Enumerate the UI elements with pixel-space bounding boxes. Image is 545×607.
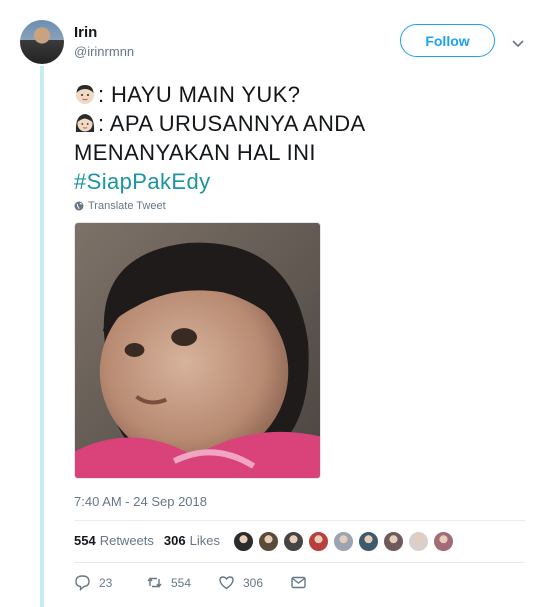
tweet-line-1-text: : HAYU MAIN YUK? xyxy=(98,82,301,107)
tweet-line-3: MENANYAKAN HAL INI xyxy=(74,140,316,165)
likes-count: 306 xyxy=(163,533,186,548)
like-count: 306 xyxy=(243,575,264,590)
liker-avatar[interactable] xyxy=(358,531,379,552)
tweet-text: : HAYU MAIN YUK? : APA URUSANNYA ANDA ME… xyxy=(74,80,524,196)
tweet-photo[interactable] xyxy=(74,222,321,479)
thread-line xyxy=(40,66,44,607)
liker-avatar[interactable] xyxy=(433,531,454,552)
translate-tweet-link[interactable]: Translate Tweet xyxy=(74,200,166,212)
tweet-line-1: : HAYU MAIN YUK? xyxy=(74,80,524,109)
reply-button[interactable]: 23 xyxy=(74,574,146,591)
heart-icon xyxy=(219,576,234,590)
boy-face-icon xyxy=(76,85,94,104)
envelope-icon xyxy=(291,576,306,589)
liker-avatar[interactable] xyxy=(283,531,304,552)
liker-avatar[interactable] xyxy=(233,531,254,552)
display-name[interactable]: Irin xyxy=(74,24,97,41)
divider xyxy=(74,520,525,521)
likes-label: Likes xyxy=(189,533,220,548)
tweet-line-2-text: : APA URUSANNYA ANDA xyxy=(98,111,366,136)
likes-stat[interactable]: 306 Likes xyxy=(164,533,220,548)
retweets-label: Retweets xyxy=(99,533,154,548)
divider xyxy=(74,562,525,563)
retweets-count: 554 xyxy=(74,533,96,548)
tweet-actions: 23 554 306 xyxy=(74,574,315,591)
liker-avatars xyxy=(233,531,458,552)
follow-button[interactable]: Follow xyxy=(400,24,495,57)
liker-avatar[interactable] xyxy=(258,531,279,552)
retweet-icon xyxy=(147,577,162,588)
retweet-button[interactable]: 554 xyxy=(146,574,218,591)
direct-message-button[interactable] xyxy=(290,574,315,591)
timestamp[interactable]: 7:40 AM - 24 Sep 2018 xyxy=(74,494,207,509)
globe-icon xyxy=(74,201,84,211)
hashtag-link[interactable]: #SiapPakEdy xyxy=(74,167,524,196)
like-button[interactable]: 306 xyxy=(218,574,290,591)
liker-avatar[interactable] xyxy=(408,531,429,552)
retweets-stat[interactable]: 554 Retweets xyxy=(74,533,154,548)
woman-face-icon xyxy=(75,114,95,132)
liker-avatar[interactable] xyxy=(383,531,404,552)
avatar[interactable] xyxy=(20,20,64,64)
translate-label: Translate Tweet xyxy=(88,200,166,212)
username[interactable]: @irinrmnn xyxy=(74,44,134,59)
tweet-line-2: : APA URUSANNYA ANDA xyxy=(74,109,524,138)
reply-count: 23 xyxy=(99,575,113,590)
liker-avatar[interactable] xyxy=(308,531,329,552)
liker-avatar[interactable] xyxy=(333,531,354,552)
retweet-count: 554 xyxy=(171,575,192,590)
reply-icon xyxy=(75,575,90,591)
chevron-down-icon[interactable] xyxy=(510,35,526,51)
tweet-stats: 554 Retweets 306 Likes xyxy=(74,533,230,548)
